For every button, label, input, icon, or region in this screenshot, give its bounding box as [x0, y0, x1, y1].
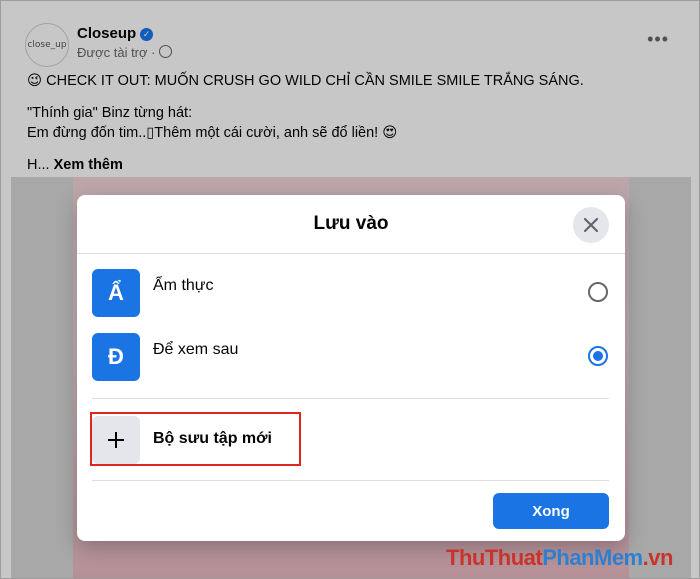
divider [92, 398, 609, 399]
watermark-part: ThuThuat [446, 545, 543, 570]
watermark: ThuThuatPhanMem.vn [446, 545, 673, 571]
done-button[interactable]: Xong [493, 493, 609, 529]
save-to-dialog: Lưu vào Ẩ Ẩm thực Đ Để xem sau Bộ sưu tậ… [77, 195, 625, 541]
collection-radio[interactable] [588, 282, 608, 302]
collection-label: Để xem sau [153, 341, 239, 358]
collection-letter-icon: Đ [92, 333, 140, 381]
close-button[interactable] [573, 207, 609, 243]
divider [92, 480, 609, 481]
annotation-highlight-box [90, 412, 301, 466]
collection-radio-selected[interactable] [588, 346, 608, 366]
collection-item-am-thuc[interactable]: Ẩ Ẩm thực [92, 269, 609, 329]
collection-item-de-xem-sau[interactable]: Đ Để xem sau [92, 333, 609, 393]
close-icon [583, 217, 599, 233]
collection-label: Ẩm thực [153, 277, 214, 294]
watermark-part: PhanMem [542, 545, 643, 570]
divider [77, 253, 625, 254]
dialog-title: Lưu vào [313, 213, 389, 234]
collection-letter-icon: Ẩ [92, 269, 140, 317]
watermark-part: .vn [642, 545, 674, 570]
